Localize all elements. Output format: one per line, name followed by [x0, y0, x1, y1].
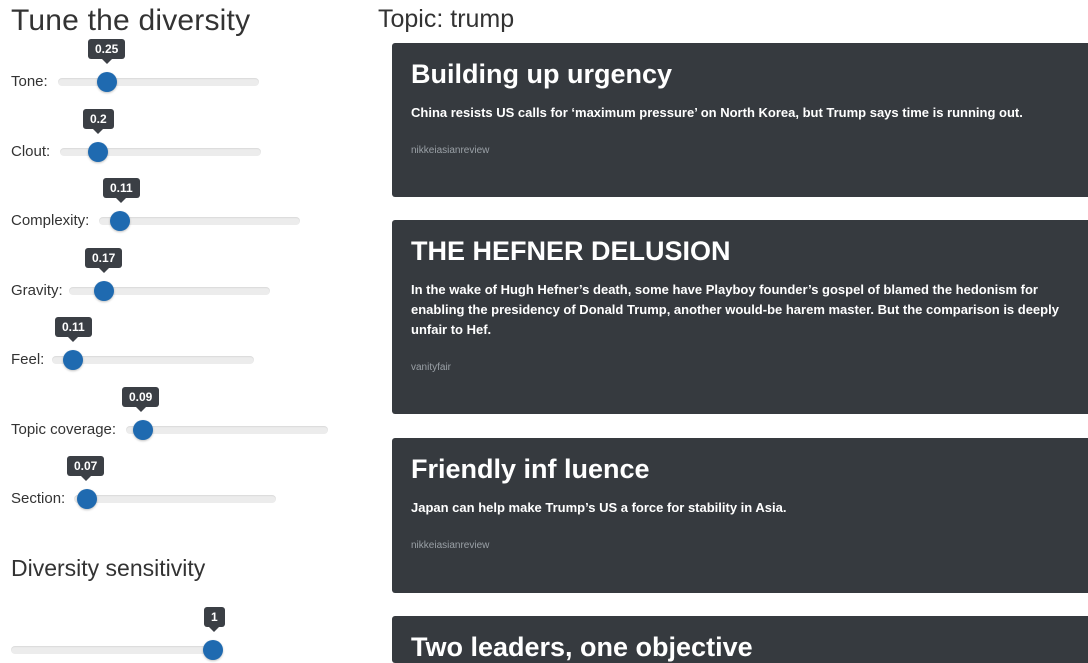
tune-diversity-title: Tune the diversity — [11, 4, 251, 37]
slider-handle-tone[interactable] — [97, 72, 117, 92]
slider-topic-coverage: Topic coverage: 0.09 — [11, 387, 329, 442]
article-description: In the wake of Hugh Hefner’s death, some… — [411, 282, 1059, 337]
slider-value-clout: 0.2 — [83, 109, 114, 134]
slider-feel: Feel: 0.11 — [11, 317, 257, 372]
slider-label-feel: Feel: — [11, 351, 45, 368]
article-card[interactable]: THE HEFNER DELUSION In the wake of Hugh … — [392, 220, 1088, 414]
slider-label-section: Section: — [11, 490, 66, 507]
slider-track-diversity-sensitivity[interactable] — [11, 646, 219, 654]
article-title[interactable]: THE HEFNER DELUSION — [411, 236, 1083, 267]
slider-complexity: Complexity: 0.11 — [11, 178, 301, 233]
slider-value-complexity: 0.11 — [103, 178, 140, 203]
article-card[interactable]: Friendly inf luence Japan can help make … — [392, 438, 1088, 593]
slider-tone: Tone: 0.25 — [11, 39, 271, 94]
slider-handle-complexity[interactable] — [110, 211, 130, 231]
slider-track-tone[interactable] — [58, 78, 259, 86]
slider-track-section[interactable] — [74, 495, 276, 503]
slider-label-clout: Clout: — [11, 143, 51, 160]
slider-handle-section[interactable] — [77, 489, 97, 509]
slider-handle-topic-coverage[interactable] — [133, 420, 153, 440]
slider-handle-diversity-sensitivity[interactable] — [203, 640, 223, 660]
slider-value-diversity-sensitivity: 1 — [204, 607, 225, 632]
slider-track-topic-coverage[interactable] — [126, 426, 328, 434]
slider-section: Section: 0.07 — [11, 456, 277, 511]
slider-value-feel: 0.11 — [55, 317, 92, 342]
slider-value-topic-coverage: 0.09 — [122, 387, 160, 412]
slider-handle-gravity[interactable] — [94, 281, 114, 301]
article-source: vanityfair — [411, 362, 452, 373]
slider-diversity-sensitivity: 1 — [11, 607, 241, 662]
article-card[interactable]: Building up urgency China resists US cal… — [392, 43, 1088, 197]
slider-label-tone: Tone: — [11, 73, 48, 90]
topic-title: Topic: trump — [378, 5, 515, 33]
diversity-sensitivity-title: Diversity sensitivity — [11, 555, 206, 581]
article-source: nikkeiasianreview — [411, 145, 490, 156]
slider-value-section: 0.07 — [67, 456, 105, 481]
article-title[interactable]: Two leaders, one objective — [411, 632, 1083, 663]
slider-value-tone: 0.25 — [88, 39, 126, 64]
slider-label-complexity: Complexity: — [11, 212, 90, 229]
slider-clout: Clout: 0.2 — [11, 109, 273, 164]
article-title[interactable]: Friendly inf luence — [411, 454, 1083, 485]
slider-handle-feel[interactable] — [63, 350, 83, 370]
slider-label-gravity: Gravity: — [11, 282, 63, 299]
article-description: China resists US calls for ‘maximum pres… — [411, 105, 1023, 120]
article-card[interactable]: Two leaders, one objective — [392, 616, 1088, 663]
slider-value-gravity: 0.17 — [85, 248, 123, 273]
article-title[interactable]: Building up urgency — [411, 59, 1083, 90]
slider-label-topic-coverage: Topic coverage: — [11, 421, 117, 438]
slider-gravity: Gravity: 0.17 — [11, 248, 273, 303]
article-source: nikkeiasianreview — [411, 540, 490, 551]
article-description: Japan can help make Trump’s US a force f… — [411, 500, 787, 515]
slider-handle-clout[interactable] — [88, 142, 108, 162]
